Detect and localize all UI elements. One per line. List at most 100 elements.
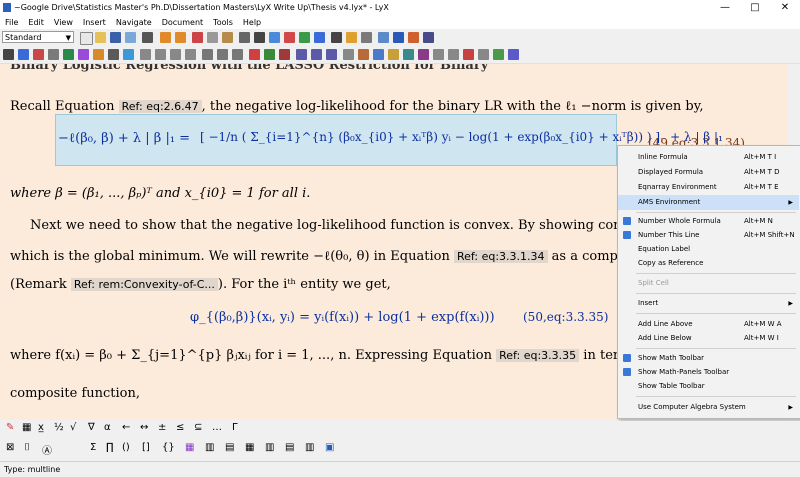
align-left-icon[interactable] bbox=[202, 49, 213, 60]
open-folder-icon[interactable] bbox=[95, 32, 106, 43]
index-icon[interactable] bbox=[93, 49, 104, 60]
menu-item-equation-label[interactable]: Equation Label bbox=[618, 242, 799, 257]
fraction-icon[interactable]: ½ bbox=[54, 422, 64, 433]
insert-graphic-icon[interactable] bbox=[346, 32, 357, 43]
outline-down-icon[interactable] bbox=[326, 49, 337, 60]
menu-item-show-math-panels-toolbar[interactable]: Show Math-Panels Toolbar bbox=[618, 365, 799, 380]
menu-item-eqnarray[interactable]: Eqnarray Environment Alt+M T E bbox=[618, 180, 799, 195]
menu-file[interactable]: File bbox=[0, 16, 23, 29]
cross-reference[interactable]: Ref: eq:3.3.1.34 bbox=[453, 250, 548, 263]
cross-reference[interactable]: Ref: eq:2.6.47 bbox=[118, 100, 202, 113]
sum-panel-icon[interactable]: Σ bbox=[90, 442, 96, 453]
menu-item-add-line-above[interactable]: Add Line Above Alt+M W A bbox=[618, 317, 799, 332]
noun-icon[interactable] bbox=[33, 49, 44, 60]
enum-icon[interactable] bbox=[155, 49, 166, 60]
menu-item-computer-algebra[interactable]: Use Computer Algebra System ▶ bbox=[618, 400, 799, 415]
cross-reference[interactable]: Ref: rem:Convexity-of-C... bbox=[70, 278, 218, 291]
gamma-icon[interactable]: Γ bbox=[232, 422, 238, 433]
menu-help[interactable]: Help bbox=[238, 16, 266, 29]
cut-icon[interactable] bbox=[192, 32, 203, 43]
delimiter-icon[interactable]: ⊠ bbox=[6, 442, 14, 453]
nabla-icon[interactable]: ∇ bbox=[88, 422, 95, 433]
outdent-icon[interactable] bbox=[185, 49, 196, 60]
menu-edit[interactable]: Edit bbox=[23, 16, 49, 29]
split-panel-icon[interactable]: ▥ bbox=[305, 442, 314, 453]
insert-note-icon[interactable] bbox=[358, 49, 369, 60]
paste-icon[interactable] bbox=[222, 32, 233, 43]
save-as-icon[interactable] bbox=[125, 32, 136, 43]
copy-icon[interactable] bbox=[207, 32, 218, 43]
toggle-toc-icon[interactable] bbox=[423, 32, 434, 43]
matrix-icon[interactable]: ▦ bbox=[22, 422, 31, 433]
redo-icon[interactable] bbox=[175, 32, 186, 43]
undo-icon[interactable] bbox=[160, 32, 171, 43]
menu-item-ams-environment[interactable]: AMS Environment ▶ bbox=[618, 195, 799, 210]
menu-insert[interactable]: Insert bbox=[78, 16, 111, 29]
align-right-icon[interactable] bbox=[232, 49, 243, 60]
thesaurus-icon[interactable] bbox=[508, 49, 519, 60]
matrix-panel-icon[interactable]: ▦ bbox=[185, 442, 194, 453]
paragraph-style-select[interactable]: Standard ▼ bbox=[2, 31, 74, 43]
menu-item-copy-as-reference[interactable]: Copy as Reference bbox=[618, 256, 799, 271]
close-button[interactable]: ✕ bbox=[770, 0, 800, 16]
style-panel-icon[interactable]: Ⓐ bbox=[42, 442, 52, 457]
list-icon[interactable] bbox=[140, 49, 151, 60]
settings-icon[interactable] bbox=[478, 49, 489, 60]
parens-panel-icon[interactable]: () bbox=[122, 442, 130, 453]
menu-item-insert[interactable]: Insert ▶ bbox=[618, 296, 799, 311]
brackets-panel-icon[interactable]: [] bbox=[142, 442, 150, 453]
maximize-button[interactable]: □ bbox=[740, 0, 770, 16]
footnote-icon[interactable] bbox=[108, 49, 119, 60]
track-changes-icon[interactable] bbox=[249, 49, 260, 60]
plus-minus-icon[interactable]: ± bbox=[158, 422, 166, 433]
insert-text-icon[interactable] bbox=[314, 32, 325, 43]
sqrt-icon[interactable]: √ bbox=[70, 422, 76, 433]
multline-panel-icon[interactable]: ▤ bbox=[285, 442, 294, 453]
braces-panel-icon[interactable]: {} bbox=[162, 442, 175, 453]
alpha-icon[interactable]: α bbox=[104, 422, 111, 433]
new-document-icon[interactable] bbox=[80, 32, 93, 45]
equation-50-body[interactable]: φ_{(β₀,β)}(xᵢ, yᵢ) = yᵢ(f(xᵢ)) + log(1 +… bbox=[190, 310, 495, 325]
macro-panel-icon[interactable]: ▣ bbox=[325, 442, 334, 453]
math-icon[interactable]: ✎ bbox=[6, 422, 14, 433]
insert-ert-icon[interactable] bbox=[418, 49, 429, 60]
outline-up-icon[interactable] bbox=[311, 49, 322, 60]
back-icon[interactable] bbox=[269, 32, 280, 43]
double-arrow-icon[interactable]: ↔ bbox=[140, 422, 148, 433]
spell-icon[interactable] bbox=[493, 49, 504, 60]
accept-change-icon[interactable] bbox=[264, 49, 275, 60]
outline-icon[interactable] bbox=[296, 49, 307, 60]
array-panel-icon[interactable]: ▥ bbox=[205, 442, 214, 453]
hyperlink-icon[interactable] bbox=[373, 49, 384, 60]
save-icon[interactable] bbox=[110, 32, 121, 43]
minimize-button[interactable]: — bbox=[710, 0, 740, 16]
gather-panel-icon[interactable]: ▥ bbox=[265, 442, 274, 453]
align-panel-icon[interactable]: ▦ bbox=[245, 442, 254, 453]
subscript-panel-icon[interactable]: ⌷ bbox=[24, 442, 30, 453]
menu-item-inline-formula[interactable]: Inline Formula Alt+M T I bbox=[618, 150, 799, 165]
menu-item-displayed-formula[interactable]: Displayed Formula Alt+M T D bbox=[618, 165, 799, 180]
margin-note-icon[interactable] bbox=[123, 49, 134, 60]
branch-icon[interactable] bbox=[403, 49, 414, 60]
reference-icon[interactable] bbox=[63, 49, 74, 60]
cases-panel-icon[interactable]: ▤ bbox=[225, 442, 234, 453]
zoom-icon[interactable] bbox=[254, 32, 265, 43]
menu-navigate[interactable]: Navigate bbox=[111, 16, 157, 29]
insert-table-icon[interactable] bbox=[361, 32, 372, 43]
menu-item-show-table-toolbar[interactable]: Show Table Toolbar bbox=[618, 379, 799, 394]
menu-document[interactable]: Document bbox=[157, 16, 208, 29]
indent-icon[interactable] bbox=[170, 49, 181, 60]
text-style-icon[interactable] bbox=[284, 32, 295, 43]
subset-icon[interactable]: ⊆ bbox=[194, 422, 202, 433]
pdf-view-icon[interactable] bbox=[408, 32, 419, 43]
find-icon[interactable] bbox=[239, 32, 250, 43]
dots-icon[interactable]: … bbox=[212, 422, 222, 433]
cross-reference[interactable]: Ref: eq:3.3.35 bbox=[496, 349, 580, 362]
float-figure-icon[interactable] bbox=[433, 49, 444, 60]
arrow-icon[interactable]: ← bbox=[122, 422, 130, 433]
sum-icon[interactable] bbox=[331, 32, 342, 43]
product-panel-icon[interactable]: ∏ bbox=[106, 442, 114, 453]
float-table-icon[interactable] bbox=[448, 49, 459, 60]
menu-item-show-math-toolbar[interactable]: Show Math Toolbar bbox=[618, 351, 799, 366]
insert-box-icon[interactable] bbox=[388, 49, 399, 60]
